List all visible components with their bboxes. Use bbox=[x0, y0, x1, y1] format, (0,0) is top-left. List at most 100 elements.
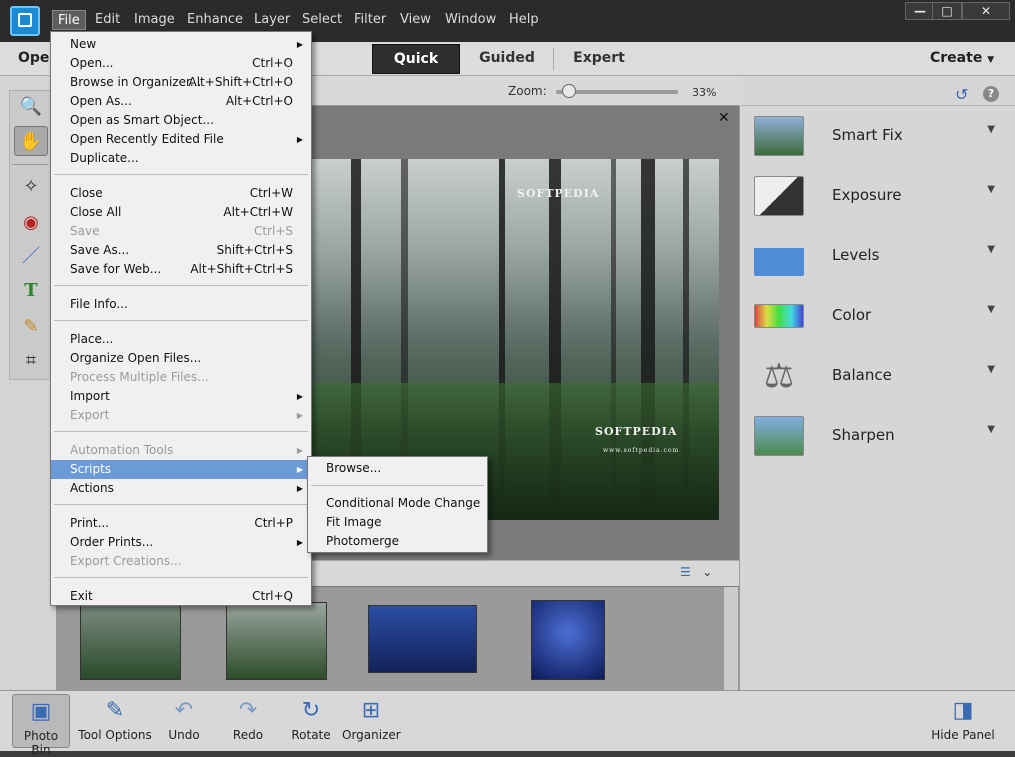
close-window-button[interactable]: ✕ bbox=[962, 2, 1010, 20]
quick-fix-smart-fix[interactable]: Smart Fix ▼ bbox=[740, 106, 1015, 166]
menu-image[interactable]: Image bbox=[129, 10, 180, 30]
organizer-button[interactable]: ⊞ Organizer bbox=[342, 694, 401, 742]
list-options-icon[interactable]: ☰ bbox=[680, 565, 691, 579]
submenu-arrow-icon: ▶ bbox=[296, 484, 303, 493]
menu-enhance[interactable]: Enhance bbox=[182, 10, 248, 30]
scripts-menu-item-browse[interactable]: Browse... bbox=[308, 459, 487, 478]
hand-tool-icon[interactable]: ✋ bbox=[14, 126, 48, 156]
file-menu-item-close-all[interactable]: Close All Alt+Ctrl+W bbox=[51, 203, 311, 222]
scripts-menu-item-photomerge[interactable]: Photomerge bbox=[308, 532, 487, 551]
quick-fix-exposure[interactable]: Exposure ▼ bbox=[740, 166, 1015, 226]
file-menu-item-duplicate[interactable]: Duplicate... bbox=[51, 149, 311, 168]
file-menu-item-exit[interactable]: Exit Ctrl+Q bbox=[51, 587, 311, 606]
reset-icon[interactable]: ↺ bbox=[955, 85, 968, 104]
bin-options[interactable]: ☰ ⌄ bbox=[680, 565, 712, 579]
menu-item-shortcut: Ctrl+W bbox=[249, 186, 293, 200]
thumbnail-forest-1[interactable] bbox=[80, 602, 181, 680]
file-menu-item-place[interactable]: Place... bbox=[51, 330, 311, 349]
balance-scale-icon: ⚖ bbox=[763, 356, 795, 396]
file-menu-item-close[interactable]: Close Ctrl+W bbox=[51, 184, 311, 203]
tool-options-button[interactable]: ✎ Tool Options bbox=[78, 694, 152, 742]
menu-edit[interactable]: Edit bbox=[90, 10, 125, 30]
file-menu-item-save-as[interactable]: Save As... Shift+Ctrl+S bbox=[51, 241, 311, 260]
menu-item-label: Actions bbox=[70, 481, 114, 495]
file-menu-item-organize-open-files[interactable]: Organize Open Files... bbox=[51, 349, 311, 368]
menu-file[interactable]: File bbox=[52, 10, 86, 30]
file-menu-item-open-recently-edited-file[interactable]: Open Recently Edited File ▶ bbox=[51, 130, 311, 149]
menu-window[interactable]: Window bbox=[440, 10, 501, 30]
undo-label: Undo bbox=[168, 728, 200, 742]
minimize-button[interactable]: — bbox=[905, 2, 935, 20]
file-menu-item-open-as[interactable]: Open As... Alt+Ctrl+O bbox=[51, 92, 311, 111]
file-menu-item-open-as-smart-object[interactable]: Open as Smart Object... bbox=[51, 111, 311, 130]
menu-item-shortcut: Alt+Shift+Ctrl+O bbox=[188, 75, 293, 89]
thumbnail-blue-2[interactable] bbox=[531, 600, 605, 680]
tab-guided[interactable]: Guided bbox=[466, 44, 548, 74]
chevron-down-icon: ▼ bbox=[987, 424, 995, 435]
rotate-button[interactable]: ↻ Rotate bbox=[288, 694, 334, 742]
quick-fix-levels[interactable]: Levels ▼ bbox=[740, 226, 1015, 286]
chevron-down-icon: ▼ bbox=[987, 364, 995, 375]
red-eye-tool-icon[interactable]: ◉ bbox=[14, 208, 48, 238]
file-menu-item-new[interactable]: New ▶ bbox=[51, 35, 311, 54]
tab-divider bbox=[553, 48, 554, 70]
menu-filter[interactable]: Filter bbox=[349, 10, 391, 30]
submenu-arrow-icon: ▶ bbox=[296, 392, 303, 401]
chevron-down-icon[interactable]: ⌄ bbox=[702, 565, 712, 579]
thumbnail-blue-1[interactable] bbox=[368, 605, 477, 673]
file-menu-item-order-prints[interactable]: Order Prints... ▶ bbox=[51, 533, 311, 552]
file-menu-item-export-creations[interactable]: Export Creations... bbox=[51, 552, 311, 571]
quick-fix-balance[interactable]: ⚖ Balance ▼ bbox=[740, 346, 1015, 406]
file-menu-item-print[interactable]: Print... Ctrl+P bbox=[51, 514, 311, 533]
menu-layer[interactable]: Layer bbox=[249, 10, 295, 30]
thumbnail-forest-2[interactable] bbox=[226, 602, 327, 680]
file-menu-item-export[interactable]: Export ▶ bbox=[51, 406, 311, 425]
maximize-button[interactable]: □ bbox=[932, 2, 962, 20]
menu-help[interactable]: Help bbox=[504, 10, 544, 30]
photo-bin-label: Photo Bin bbox=[23, 729, 59, 757]
create-button[interactable]: Create ▼ bbox=[930, 50, 994, 66]
menu-item-label: Order Prints... bbox=[70, 535, 154, 549]
file-menu-item-save-for-web[interactable]: Save for Web... Alt+Shift+Ctrl+S bbox=[51, 260, 311, 279]
file-menu-item-open[interactable]: Open... Ctrl+O bbox=[51, 54, 311, 73]
spot-healing-tool-icon[interactable]: ✎ bbox=[14, 312, 48, 342]
help-icon[interactable]: ? bbox=[983, 86, 999, 102]
file-menu-item-automation-tools[interactable]: Automation Tools ▶ bbox=[51, 441, 311, 460]
scripts-menu-item-conditional-mode-change[interactable]: Conditional Mode Change bbox=[308, 494, 487, 513]
chevron-down-icon: ▼ bbox=[987, 244, 995, 255]
file-menu-item-process-multiple-files[interactable]: Process Multiple Files... bbox=[51, 368, 311, 387]
zoom-tool-icon[interactable]: 🔍 bbox=[14, 92, 48, 122]
menu-item-label: Process Multiple Files... bbox=[70, 370, 209, 384]
menu-view[interactable]: View bbox=[395, 10, 436, 30]
file-menu-item-save[interactable]: Save Ctrl+S bbox=[51, 222, 311, 241]
whiten-teeth-tool-icon[interactable]: ／ bbox=[14, 242, 48, 272]
type-tool-icon[interactable]: T bbox=[14, 276, 48, 306]
close-document-icon[interactable]: ✕ bbox=[718, 110, 730, 126]
menu-item-label: Organize Open Files... bbox=[70, 351, 202, 365]
quick-fix-sharpen[interactable]: Sharpen ▼ bbox=[740, 406, 1015, 466]
quick-fix-color[interactable]: Color ▼ bbox=[740, 286, 1015, 346]
toolbox-divider bbox=[12, 164, 48, 165]
file-menu-item-actions[interactable]: Actions ▶ bbox=[51, 479, 311, 498]
tab-quick[interactable]: Quick bbox=[372, 44, 460, 74]
menu-item-label: Browse in Organizer... bbox=[70, 75, 202, 89]
crop-tool-icon[interactable]: ⌗ bbox=[14, 346, 48, 376]
app-logo-icon[interactable] bbox=[10, 6, 40, 36]
scripts-menu-item-fit-image[interactable]: Fit Image bbox=[308, 513, 487, 532]
file-menu-item-scripts[interactable]: Scripts ▶ bbox=[51, 460, 311, 479]
hide-panel-button[interactable]: ◨ Hide Panel bbox=[930, 694, 996, 742]
bin-scrollbar[interactable] bbox=[724, 587, 738, 690]
menu-select[interactable]: Select bbox=[297, 10, 347, 30]
menu-item-label: Export Creations... bbox=[70, 554, 182, 568]
redo-button[interactable]: ↷ Redo bbox=[228, 694, 268, 742]
menu-item-label: Open... bbox=[70, 56, 114, 70]
photo-bin-button[interactable]: ▣ Photo Bin bbox=[12, 694, 70, 757]
watermark-top: SOFTPEDIA bbox=[517, 187, 600, 200]
zoom-slider-thumb[interactable] bbox=[562, 84, 576, 98]
file-menu-item-browse-in-organizer[interactable]: Browse in Organizer... Alt+Shift+Ctrl+O bbox=[51, 73, 311, 92]
tab-expert[interactable]: Expert bbox=[560, 44, 638, 74]
undo-button[interactable]: ↶ Undo bbox=[164, 694, 204, 742]
file-menu-item-file-info[interactable]: File Info... bbox=[51, 295, 311, 314]
file-menu-item-import[interactable]: Import ▶ bbox=[51, 387, 311, 406]
quick-selection-tool-icon[interactable]: ✧ bbox=[14, 172, 48, 202]
